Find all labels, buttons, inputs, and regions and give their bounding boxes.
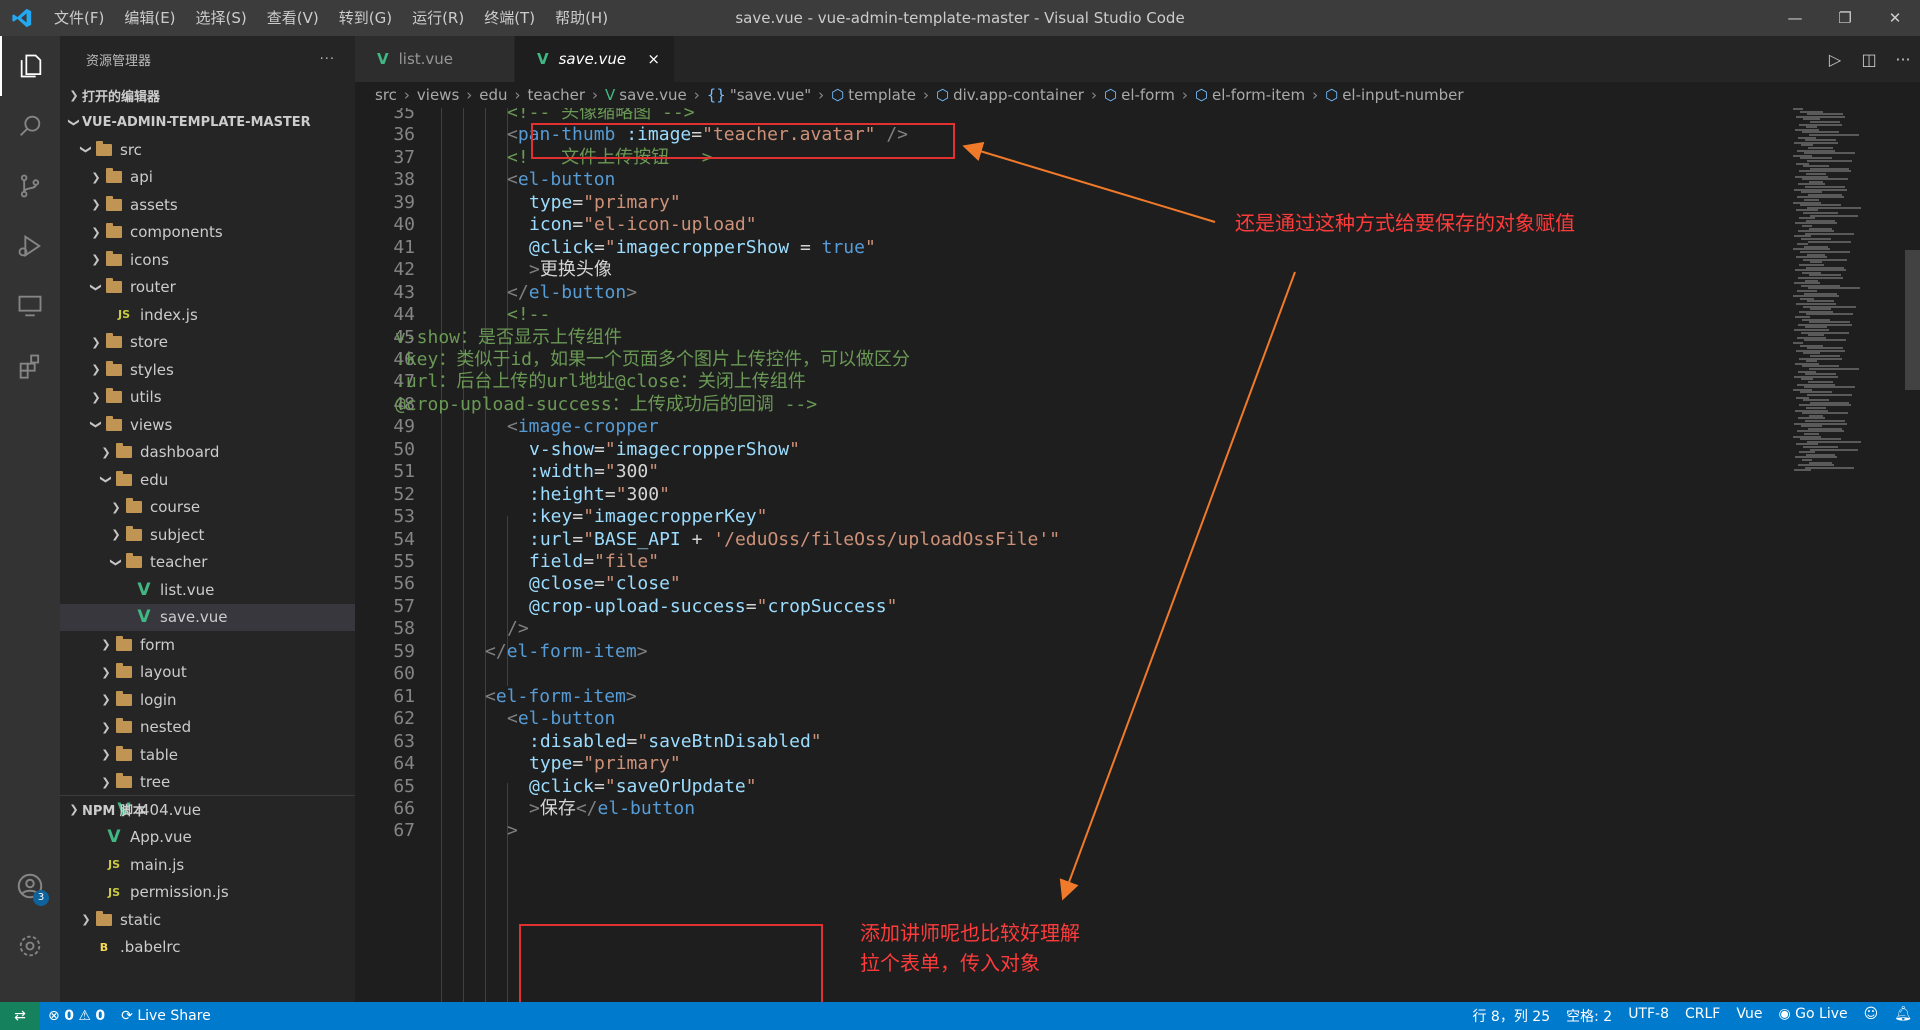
annotation-note-2a: 添加讲师呢也比较好理解 [860, 921, 1080, 945]
indentation[interactable]: 空格: 2 [1558, 1006, 1620, 1026]
error-count: 0 [64, 1008, 74, 1024]
feedback-icon[interactable]: ☺ [1856, 1006, 1887, 1026]
annotation-note-2b: 拉个表单，传入对象 [860, 951, 1040, 975]
problems-indicator[interactable]: ⊗ 0 ⚠ 0 [40, 1008, 113, 1024]
annotation-note-1: 还是通过这种方式给要保存的对象赋值 [1235, 211, 1575, 235]
annotation-arrows [962, 141, 1296, 901]
live-share-label: Live Share [137, 1008, 211, 1024]
encoding[interactable]: UTF-8 [1620, 1006, 1677, 1026]
language-mode[interactable]: Vue [1728, 1006, 1770, 1026]
notifications-icon[interactable]: 🔔︎ [1886, 1006, 1920, 1026]
go-live-button[interactable]: ◉ Go Live [1770, 1006, 1855, 1026]
remote-icon[interactable]: ⇄ [0, 1002, 40, 1030]
go-live-label: Go Live [1795, 1006, 1848, 1022]
live-share-button[interactable]: ⟳ Live Share [113, 1008, 219, 1024]
warning-count: 0 [95, 1008, 106, 1024]
status-bar: ⇄ ⊗ 0 ⚠ 0 ⟳ Live Share 行 8，列 25 空格: 2 UT… [0, 1002, 1920, 1030]
cursor-position[interactable]: 行 8，列 25 [1464, 1006, 1558, 1026]
eol[interactable]: CRLF [1677, 1006, 1728, 1026]
